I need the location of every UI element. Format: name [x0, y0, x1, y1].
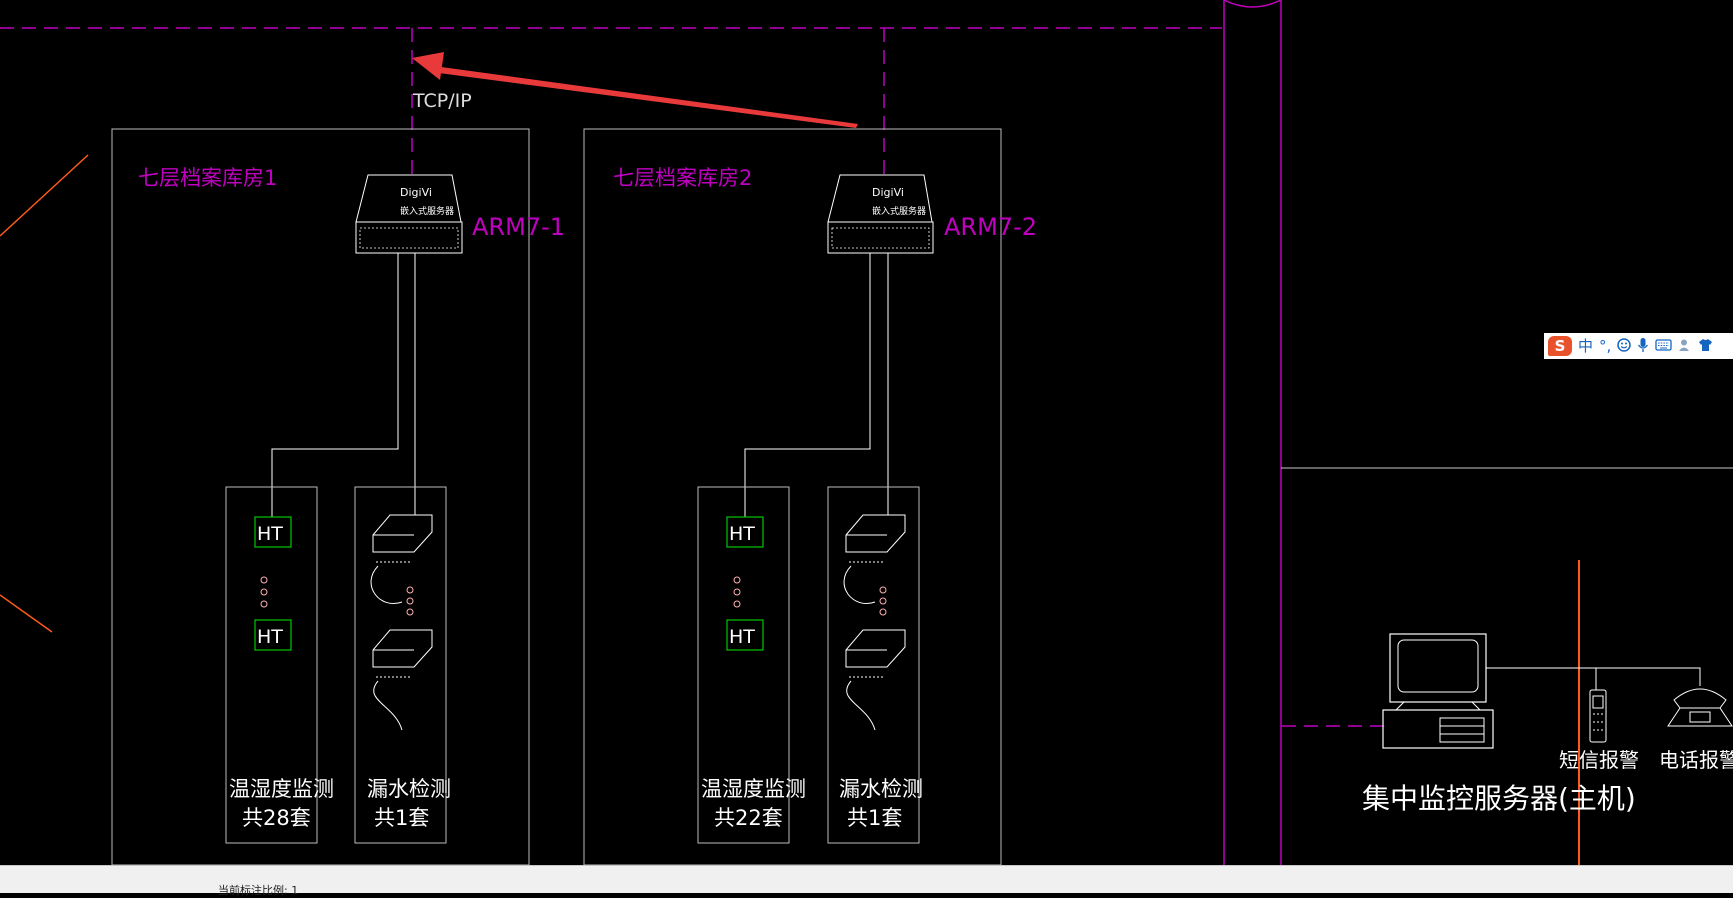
server-1-brand: DigiVi	[400, 186, 432, 199]
server-1-name: ARM7-1	[472, 213, 565, 241]
ht-group-2-count: 共22套	[714, 806, 783, 830]
user-icon[interactable]	[1678, 338, 1692, 355]
ime-punct-toggle[interactable]: °,	[1599, 338, 1611, 354]
leak-group-1-count: 共1套	[374, 806, 429, 830]
ht-group-1-label: 温湿度监测	[229, 777, 334, 801]
shirt-icon[interactable]	[1698, 338, 1713, 355]
ht-sensor-2b-label: HT	[729, 626, 755, 648]
smile-icon[interactable]	[1617, 337, 1632, 355]
ht-sensor-2a-label: HT	[729, 523, 755, 545]
drawing-background	[0, 0, 1733, 893]
keyboard-icon[interactable]	[1655, 338, 1672, 354]
leak-group-1-label: 漏水检测	[367, 777, 451, 801]
leak-group-2-label: 漏水检测	[839, 777, 923, 801]
ht-group-2-label: 温湿度监测	[701, 777, 806, 801]
server-2-name: ARM7-2	[944, 213, 1037, 241]
phone-alarm-label: 电话报警	[1659, 748, 1733, 772]
status-text: 当前标注比例: 1	[218, 884, 299, 897]
server-2-desc: 嵌入式服务器	[872, 205, 926, 217]
room-2-title: 七层档案库房2	[613, 166, 752, 190]
leak-group-2-count: 共1套	[847, 806, 902, 830]
ime-toolbar[interactable]: S 中 °,	[1544, 333, 1733, 359]
cad-drawing-canvas[interactable]: 七层档案库房1 DigiVi 嵌入式服务器 ARM7-1 HT HT 温湿度监测…	[0, 0, 1733, 893]
sms-alarm-label: 短信报警	[1559, 748, 1639, 772]
sogou-logo-icon[interactable]: S	[1548, 336, 1572, 356]
room-1-title: 七层档案库房1	[138, 166, 277, 190]
ime-mode-toggle[interactable]: 中	[1578, 338, 1593, 354]
ht-sensor-1b-label: HT	[257, 626, 283, 648]
status-bar: 当前标注比例: 1	[0, 865, 1733, 897]
server-2-brand: DigiVi	[872, 186, 904, 199]
microphone-icon[interactable]	[1637, 337, 1649, 356]
ht-group-1-count: 共28套	[242, 806, 311, 830]
host-label: 集中监控服务器(主机)	[1362, 782, 1636, 815]
server-1-desc: 嵌入式服务器	[400, 205, 454, 217]
protocol-label: TCP/IP	[412, 90, 472, 112]
ht-sensor-1a-label: HT	[257, 523, 283, 545]
